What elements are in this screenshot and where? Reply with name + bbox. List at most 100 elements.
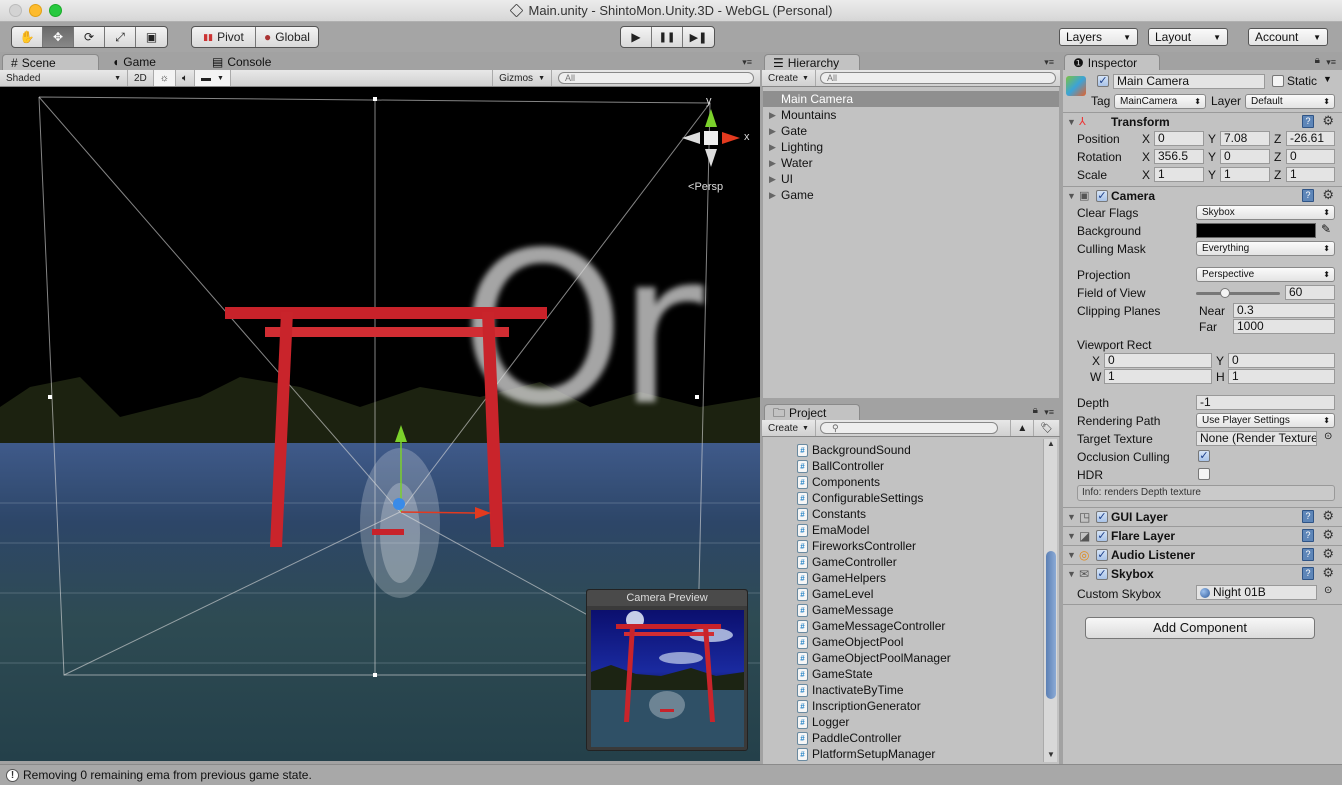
filter-by-label-button[interactable]: 🏷︎ <box>1034 420 1060 436</box>
project-file-item[interactable]: # ConfigurableSettings <box>763 490 1059 506</box>
scroll-thumb[interactable] <box>1046 551 1056 699</box>
static-checkbox[interactable] <box>1272 75 1284 87</box>
project-file-item[interactable]: # FireworksController <box>763 538 1059 554</box>
tab-inspector[interactable]: ❶ Inspector <box>1064 54 1160 70</box>
help-icon[interactable]: ? <box>1302 548 1314 561</box>
project-file-item[interactable]: # EmaModel <box>763 522 1059 538</box>
transform-header[interactable]: ▼ ⅄ Transform ? ⚙ <box>1063 112 1342 131</box>
project-file-item[interactable]: # GameObjectPoolManager <box>763 650 1059 666</box>
viewport-x-field[interactable]: 0 <box>1104 353 1212 368</box>
global-button[interactable]: ● Global <box>256 27 318 47</box>
project-file-item[interactable]: # GameMessage <box>763 602 1059 618</box>
project-file-item[interactable]: # InactivateByTime <box>763 682 1059 698</box>
project-file-item[interactable]: # GameHelpers <box>763 570 1059 586</box>
gameobject-active-checkbox[interactable]: ✓ <box>1097 75 1109 87</box>
pause-button[interactable]: ❚❚ <box>652 27 683 47</box>
component-enabled-checkbox[interactable]: ✓ <box>1096 568 1108 580</box>
gear-icon[interactable]: ⚙ <box>1322 565 1334 581</box>
background-color-swatch[interactable] <box>1196 223 1316 238</box>
filter-by-type-button[interactable]: ▲ <box>1010 420 1035 436</box>
panel-menu-icon[interactable]: ▾≡ <box>742 57 752 68</box>
tab-scene[interactable]: # Scene <box>2 54 99 70</box>
project-file-item[interactable]: # PlatformSetupManager <box>763 746 1059 762</box>
gear-icon[interactable]: ⚙ <box>1322 113 1334 129</box>
collapse-icon[interactable]: ▼ <box>1067 117 1076 127</box>
hand-tool-button[interactable]: ✋ <box>12 27 43 47</box>
pivot-button[interactable]: ▮▮ Pivot <box>192 27 256 47</box>
hierarchy-item[interactable]: ▶ Water <box>763 155 1059 171</box>
project-file-item[interactable]: # PaddleController <box>763 730 1059 746</box>
project-file-item[interactable]: # Logger <box>763 714 1059 730</box>
hdr-checkbox[interactable] <box>1198 468 1210 480</box>
window-close-button[interactable] <box>9 4 22 17</box>
project-file-item[interactable]: # GameController <box>763 554 1059 570</box>
scene-lighting-toggle[interactable]: ☼ <box>153 70 176 86</box>
lock-icon[interactable]: 🔒︎ <box>1033 405 1038 416</box>
project-create-dropdown[interactable]: Create ▼ <box>762 420 816 436</box>
gear-icon[interactable]: ⚙ <box>1322 527 1334 543</box>
window-maximize-button[interactable] <box>49 4 62 17</box>
scale-tool-button[interactable]: ⤢ <box>105 27 136 47</box>
object-picker-icon[interactable]: ⊙ <box>1324 431 1332 442</box>
project-search-input[interactable] <box>819 422 998 434</box>
hierarchy-item[interactable]: ▶ UI <box>763 171 1059 187</box>
tab-project[interactable]: 🗀︎ Project <box>764 404 860 420</box>
rect-tool-button[interactable]: ▣ <box>136 27 167 47</box>
layout-dropdown[interactable]: Layout ▼ <box>1148 28 1228 46</box>
account-dropdown[interactable]: Account ▼ <box>1248 28 1328 46</box>
camera-enabled-checkbox[interactable]: ✓ <box>1096 190 1108 202</box>
camera-header[interactable]: ▼ ▣ ✓ Camera ? ⚙ <box>1063 186 1342 205</box>
layer-select[interactable]: Default ⬍ <box>1245 94 1335 109</box>
panel-menu-icon[interactable]: ▾≡ <box>1044 407 1054 418</box>
static-dropdown-icon[interactable]: ▼ <box>1323 74 1332 84</box>
hierarchy-create-dropdown[interactable]: Create ▼ <box>762 70 816 86</box>
gear-icon[interactable]: ⚙ <box>1322 546 1334 562</box>
shading-mode-dropdown[interactable]: Shaded ▼ <box>0 70 128 86</box>
component-header[interactable]: ▼ ◳ ✓ GUI Layer? ⚙ <box>1063 507 1342 526</box>
hierarchy-item[interactable]: Main Camera <box>763 91 1059 107</box>
project-file-item[interactable]: # Constants <box>763 506 1059 522</box>
far-field[interactable]: 1000 <box>1233 319 1335 334</box>
collapse-icon[interactable]: ▼ <box>1067 512 1076 522</box>
object-picker-icon[interactable]: ⊙ <box>1324 585 1332 596</box>
project-file-item[interactable]: # GameObjectPool <box>763 634 1059 650</box>
expand-arrow-icon[interactable]: ▶ <box>769 155 776 171</box>
scale-z-field[interactable]: 1 <box>1286 167 1335 182</box>
collapse-icon[interactable]: ▼ <box>1067 550 1076 560</box>
project-file-item[interactable]: # GameState <box>763 666 1059 682</box>
culling-mask-select[interactable]: Everything ⬍ <box>1196 241 1335 256</box>
2d-toggle[interactable]: 2D <box>128 70 154 86</box>
position-x-field[interactable]: 0 <box>1154 131 1204 146</box>
rotation-y-field[interactable]: 0 <box>1220 149 1270 164</box>
project-scrollbar[interactable]: ▲ ▼ <box>1043 439 1057 762</box>
scene-audio-toggle[interactable]: 🔈︎ <box>176 70 195 86</box>
projection-select[interactable]: Perspective ⬍ <box>1196 267 1335 282</box>
move-gizmo[interactable] <box>372 425 491 535</box>
help-icon[interactable]: ? <box>1302 567 1314 580</box>
position-z-field[interactable]: -26.61 <box>1286 131 1335 146</box>
expand-arrow-icon[interactable]: ▶ <box>769 187 776 203</box>
expand-arrow-icon[interactable]: ▶ <box>769 107 776 123</box>
hierarchy-item[interactable]: ▶ Mountains <box>763 107 1059 123</box>
scroll-up-icon[interactable]: ▲ <box>1044 439 1058 451</box>
expand-arrow-icon[interactable]: ▶ <box>769 123 776 139</box>
viewport-h-field[interactable]: 1 <box>1228 369 1335 384</box>
fov-field[interactable]: 60 <box>1285 285 1335 300</box>
scene-effects-toggle[interactable]: ▬ ▼ <box>194 70 231 86</box>
tab-game[interactable]: ◖ Game <box>104 54 164 70</box>
gizmos-dropdown[interactable]: Gizmos ▼ <box>492 70 552 86</box>
status-bar[interactable]: ! Removing 0 remaining ema from previous… <box>0 764 1342 785</box>
gear-icon[interactable]: ⚙ <box>1322 187 1334 203</box>
help-icon[interactable]: ? <box>1302 529 1314 542</box>
fov-slider-thumb[interactable] <box>1220 288 1231 298</box>
gameobject-name-field[interactable]: Main Camera <box>1113 74 1265 89</box>
fov-slider-track[interactable] <box>1196 288 1280 298</box>
tag-select[interactable]: MainCamera ⬍ <box>1114 94 1206 109</box>
play-button[interactable]: ▶ <box>621 27 652 47</box>
component-enabled-checkbox[interactable]: ✓ <box>1096 549 1108 561</box>
scroll-down-icon[interactable]: ▼ <box>1044 750 1058 762</box>
gear-icon[interactable]: ⚙ <box>1322 508 1334 524</box>
rotation-z-field[interactable]: 0 <box>1286 149 1335 164</box>
panel-menu-icon[interactable]: ▾≡ <box>1044 57 1054 68</box>
occlusion-culling-checkbox[interactable]: ✓ <box>1198 450 1210 462</box>
